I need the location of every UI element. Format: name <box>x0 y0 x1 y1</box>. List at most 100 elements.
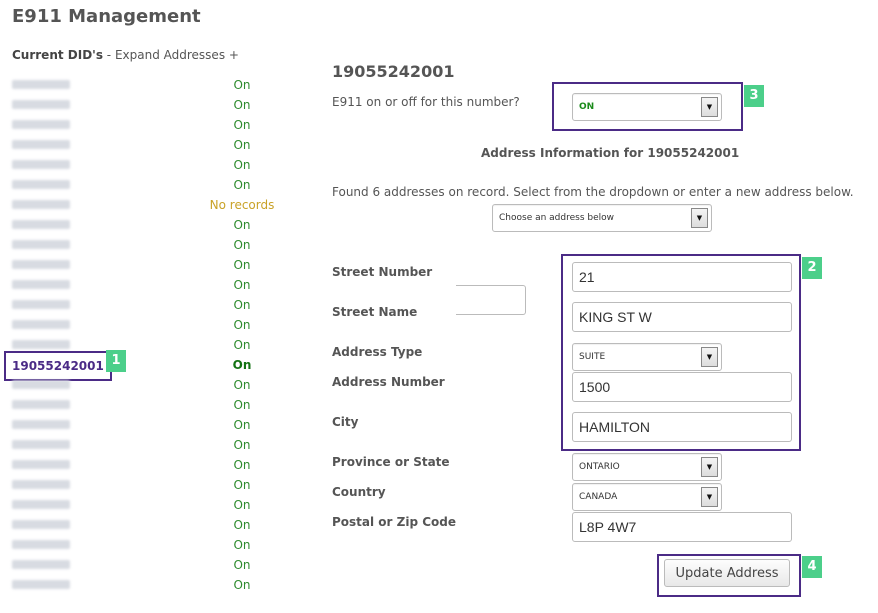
did-row[interactable]: On <box>0 316 320 336</box>
did-status: On <box>233 218 251 232</box>
did-number-redacted[interactable] <box>12 480 70 489</box>
did-number-redacted[interactable] <box>12 280 70 289</box>
annotation-box-3 <box>552 82 743 131</box>
country-select[interactable]: CANADA ▼ <box>572 483 722 511</box>
did-row[interactable]: On <box>0 296 320 316</box>
postal-code-label: Postal or Zip Code <box>332 515 457 529</box>
did-row[interactable]: On <box>0 96 320 116</box>
callout-badge-4: 4 <box>802 556 822 578</box>
address-number-label: Address Number <box>332 375 445 389</box>
did-status: No records <box>209 198 275 212</box>
did-list-header: Current DID's - Expand Addresses + <box>12 48 239 62</box>
did-status: On <box>233 278 251 292</box>
country-value: CANADA <box>579 492 618 502</box>
did-row[interactable]: On <box>0 256 320 276</box>
did-row[interactable]: On <box>0 536 320 556</box>
did-number-redacted[interactable] <box>12 80 70 89</box>
did-row[interactable]: On <box>0 516 320 536</box>
province-select[interactable]: ONTARIO ▼ <box>572 453 722 481</box>
did-status: On <box>232 358 252 372</box>
province-label: Province or State <box>332 455 450 469</box>
did-number-redacted[interactable] <box>12 320 70 329</box>
selected-did-title: 19055242001 <box>332 62 455 81</box>
did-status: On <box>233 258 251 272</box>
did-number-redacted[interactable] <box>12 440 70 449</box>
did-number-redacted[interactable] <box>12 300 70 309</box>
did-status: On <box>233 578 251 592</box>
address-dropdown-placeholder: Choose an address below <box>499 213 615 223</box>
address-dropdown[interactable]: Choose an address below ▼ <box>492 204 712 232</box>
did-status: On <box>233 498 251 512</box>
did-status: On <box>233 158 251 172</box>
did-number-redacted[interactable] <box>12 500 70 509</box>
did-row[interactable]: No records <box>0 196 320 216</box>
did-row[interactable]: On <box>0 476 320 496</box>
did-number-redacted[interactable] <box>12 120 70 129</box>
did-status: On <box>233 98 251 112</box>
did-list-title: Current DID's <box>12 48 103 62</box>
did-row[interactable]: On <box>0 576 320 596</box>
did-status: On <box>233 418 251 432</box>
did-row[interactable]: On <box>0 376 320 396</box>
did-row[interactable]: On <box>0 76 320 96</box>
did-number-redacted[interactable] <box>12 420 70 429</box>
did-number-redacted[interactable] <box>12 340 70 349</box>
annotation-box-4 <box>657 554 801 597</box>
chevron-down-icon: ▼ <box>701 457 718 477</box>
did-number-redacted[interactable] <box>12 560 70 569</box>
did-status: On <box>233 458 251 472</box>
did-row[interactable]: On <box>0 436 320 456</box>
province-value: ONTARIO <box>579 462 620 472</box>
did-row[interactable]: On <box>0 496 320 516</box>
did-row[interactable]: On <box>0 216 320 236</box>
did-status: On <box>233 538 251 552</box>
callout-badge-3: 3 <box>744 85 764 107</box>
did-number-redacted[interactable] <box>12 580 70 589</box>
did-number-redacted[interactable] <box>12 180 70 189</box>
did-number-redacted[interactable] <box>12 240 70 249</box>
did-number-redacted[interactable] <box>12 520 70 529</box>
page-title: E911 Management <box>12 6 201 27</box>
found-addresses-text: Found 6 addresses on record. Select from… <box>332 185 854 199</box>
did-row[interactable]: On <box>0 416 320 436</box>
postal-code-input[interactable]: L8P 4W7 <box>572 512 792 542</box>
did-number-redacted[interactable] <box>12 460 70 469</box>
expand-addresses-link[interactable]: Expand Addresses + <box>115 48 239 62</box>
did-status: On <box>233 138 251 152</box>
did-row[interactable]: On <box>0 556 320 576</box>
did-number-redacted[interactable] <box>12 160 70 169</box>
did-row[interactable]: On <box>0 116 320 136</box>
did-status: On <box>233 398 251 412</box>
did-number-redacted[interactable] <box>12 540 70 549</box>
did-status: On <box>233 78 251 92</box>
street-name-label: Street Name <box>332 305 418 319</box>
did-status: On <box>233 238 251 252</box>
did-row[interactable]: On <box>0 456 320 476</box>
empty-input[interactable] <box>456 285 526 315</box>
did-status: On <box>233 558 251 572</box>
did-number-redacted[interactable] <box>12 200 70 209</box>
did-row[interactable]: 19055242001 On <box>0 351 320 381</box>
did-row[interactable]: On <box>0 136 320 156</box>
did-row[interactable]: On <box>0 156 320 176</box>
callout-badge-1: 1 <box>106 350 126 372</box>
did-number-redacted[interactable] <box>12 140 70 149</box>
callout-badge-2: 2 <box>802 257 822 279</box>
annotation-box-2 <box>561 254 801 451</box>
did-row[interactable]: On <box>0 236 320 256</box>
did-row[interactable]: On <box>0 396 320 416</box>
did-status: On <box>233 178 251 192</box>
did-status: On <box>233 298 251 312</box>
header-separator: - <box>102 48 115 62</box>
did-number-redacted[interactable] <box>12 380 70 389</box>
street-number-label: Street Number <box>332 265 433 279</box>
did-number-redacted[interactable] <box>12 260 70 269</box>
did-number-redacted[interactable] <box>12 220 70 229</box>
address-type-label: Address Type <box>332 345 423 359</box>
did-number-redacted[interactable] <box>12 100 70 109</box>
did-row[interactable]: On <box>0 176 320 196</box>
did-status: On <box>233 118 251 132</box>
did-row[interactable]: On <box>0 276 320 296</box>
did-number-redacted[interactable] <box>12 400 70 409</box>
chevron-down-icon: ▼ <box>701 487 718 507</box>
